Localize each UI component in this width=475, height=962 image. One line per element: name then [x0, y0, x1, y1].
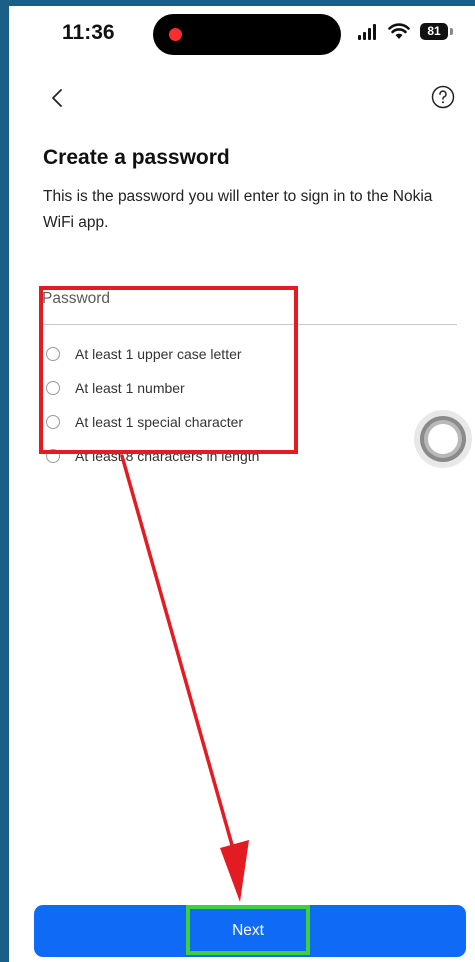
annotation-arrow	[120, 454, 249, 902]
